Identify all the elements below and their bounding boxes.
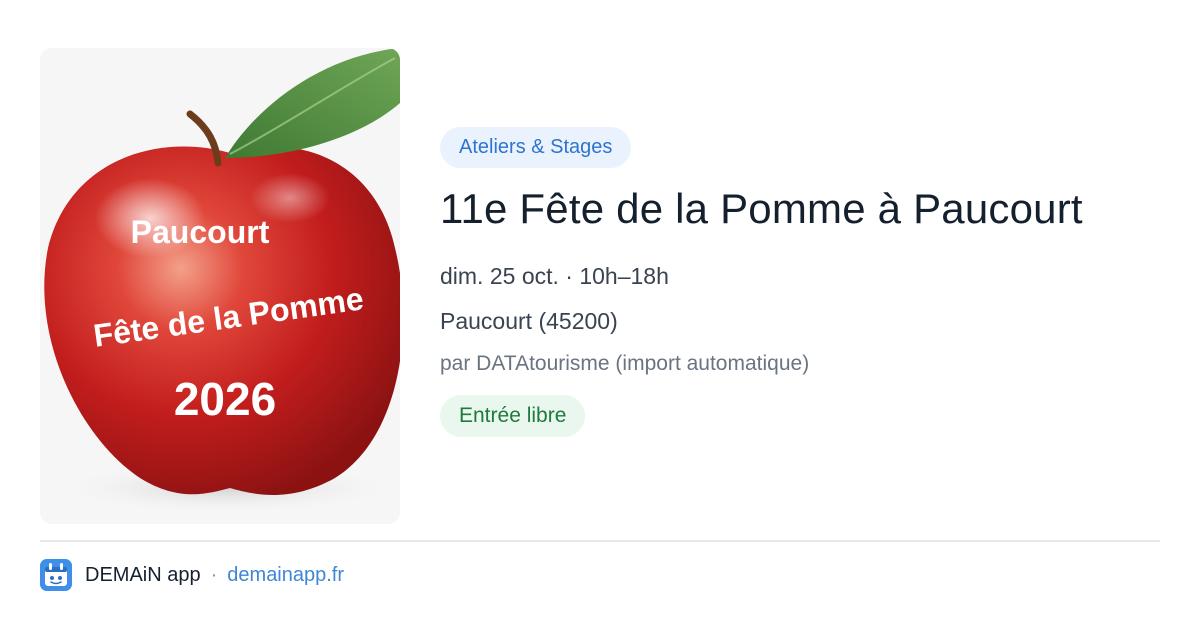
app-domain-link[interactable]: demainapp.fr [227, 564, 344, 587]
price-badge: Entrée libre [440, 395, 586, 437]
footer-divider [40, 540, 1160, 542]
footer-separator: · [210, 563, 218, 586]
app-name: DEMAiN app [85, 563, 201, 586]
demain-app-logo-icon [40, 559, 72, 591]
event-image: Paucourt Fête de la Pomme 2026 [40, 48, 400, 524]
footer: DEMAiN app · demainapp.fr [40, 558, 344, 592]
apple-poster-image: Paucourt Fête de la Pomme 2026 [40, 48, 400, 524]
category-badge: Ateliers & Stages [440, 127, 632, 168]
event-source: par DATAtourisme (import automatique) [440, 352, 810, 375]
poster-caption-year: 2026 [174, 373, 276, 425]
event-location: Paucourt (45200) [440, 308, 618, 334]
event-title: 11e Fête de la Pomme à Paucourt [440, 185, 1083, 232]
event-share-card: Paucourt Fête de la Pomme 2026 Ateliers … [0, 0, 1200, 630]
poster-caption-town: Paucourt [131, 214, 270, 250]
event-datetime: dim. 25 oct. · 10h–18h [440, 263, 669, 289]
